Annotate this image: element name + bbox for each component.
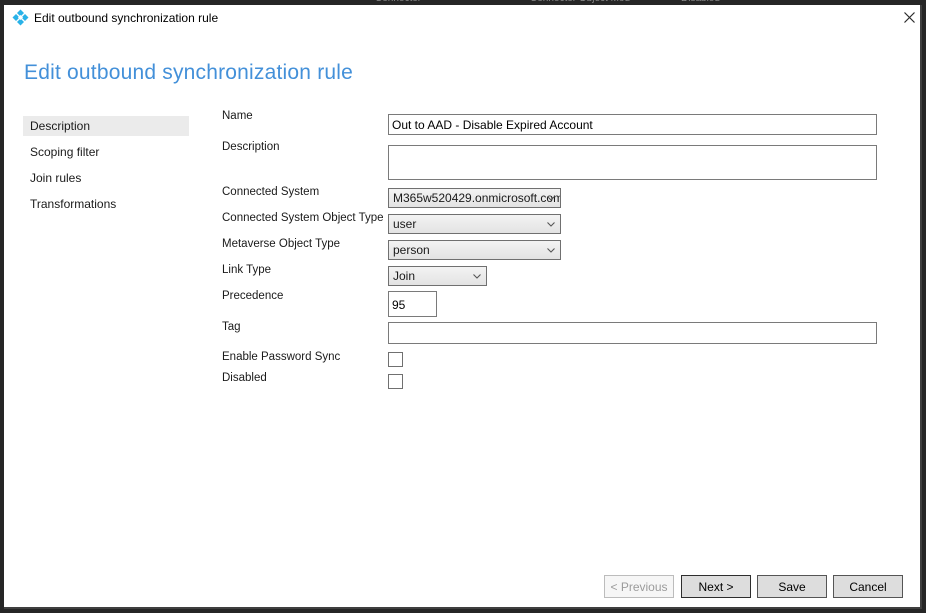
chevron-down-icon — [547, 196, 555, 201]
name-input[interactable] — [388, 114, 877, 135]
precedence-label: Precedence — [222, 290, 284, 302]
description-input[interactable] — [388, 145, 877, 180]
tag-label: Tag — [222, 321, 241, 333]
enable-password-sync-checkbox[interactable] — [388, 352, 403, 367]
edit-sync-rule-dialog: Edit outbound synchronization rule Edit … — [4, 5, 922, 609]
description-label: Description — [222, 141, 280, 153]
link-type-label: Link Type — [222, 264, 272, 276]
background-text-fragment: Connector — [375, 0, 421, 4]
precedence-input[interactable] — [388, 291, 437, 317]
sidebar: Description Scoping filter Join rules Tr… — [23, 116, 189, 220]
sidebar-item-join-rules[interactable]: Join rules — [23, 168, 189, 188]
disabled-checkbox[interactable] — [388, 374, 403, 389]
sync-rules-editor-icon — [12, 9, 29, 26]
window-title: Edit outbound synchronization rule — [34, 11, 219, 25]
cancel-button[interactable]: Cancel — [833, 575, 903, 598]
connected-system-object-type-value: user — [393, 217, 417, 231]
metaverse-object-type-select[interactable]: person — [388, 240, 561, 260]
sidebar-item-transformations[interactable]: Transformations — [23, 194, 189, 214]
link-type-value: Join — [393, 269, 416, 283]
connected-system-object-type-select[interactable]: user — [388, 214, 561, 234]
page-title: Edit outbound synchronization rule — [24, 61, 354, 84]
background-text-fragment: Disabled — [681, 0, 720, 4]
connected-system-select[interactable]: M365w520429.onmicrosoft.com — [388, 188, 561, 208]
previous-button[interactable]: < Previous — [604, 575, 674, 598]
link-type-select[interactable]: Join — [388, 266, 487, 286]
disabled-label: Disabled — [222, 372, 267, 384]
background-text-fragment: Connector Object Mod — [530, 0, 630, 4]
tag-input[interactable] — [388, 322, 877, 344]
enable-password-sync-label: Enable Password Sync — [222, 351, 341, 363]
connected-system-object-type-label: Connected System Object Type — [222, 212, 384, 224]
connected-system-label: Connected System — [222, 186, 320, 198]
chevron-down-icon — [547, 222, 555, 227]
metaverse-object-type-label: Metaverse Object Type — [222, 238, 341, 250]
next-button[interactable]: Next > — [681, 575, 751, 598]
chevron-down-icon — [473, 274, 481, 279]
close-icon — [903, 11, 915, 23]
connected-system-value: M365w520429.onmicrosoft.com — [393, 191, 561, 205]
save-button[interactable]: Save — [757, 575, 827, 598]
name-label: Name — [222, 110, 253, 122]
close-button[interactable] — [899, 7, 919, 27]
metaverse-object-type-value: person — [393, 243, 430, 257]
sidebar-item-scoping-filter[interactable]: Scoping filter — [23, 142, 189, 162]
sidebar-item-description[interactable]: Description — [23, 116, 189, 136]
title-bar: Edit outbound synchronization rule — [4, 5, 920, 37]
chevron-down-icon — [547, 248, 555, 253]
